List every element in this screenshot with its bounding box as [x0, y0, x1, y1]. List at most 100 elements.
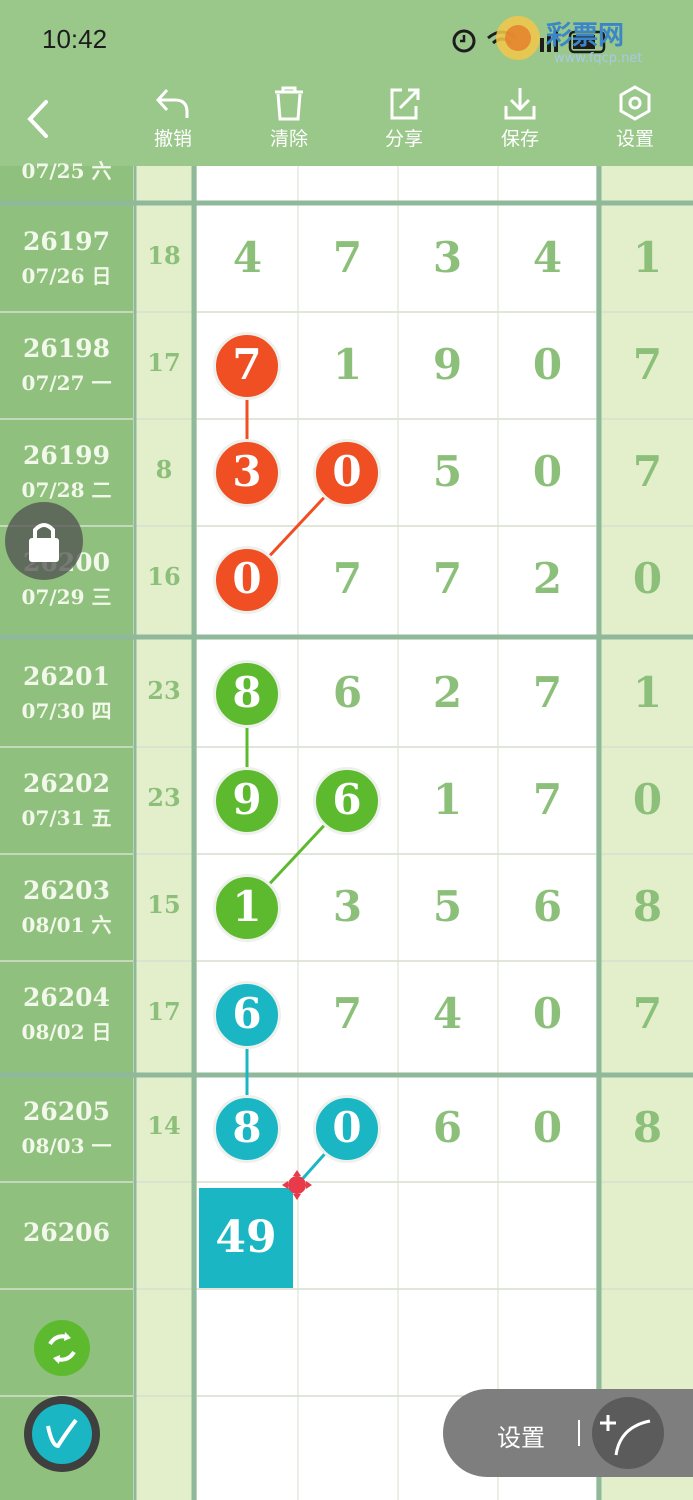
watermark-url: www.fqcp.net — [554, 51, 643, 66]
extra-cell: 0 — [632, 554, 663, 603]
marked-digit-ball[interactable]: 6 — [213, 981, 281, 1049]
sum-cell: 8 — [155, 455, 173, 484]
digit-cell[interactable]: 1 — [398, 775, 497, 824]
sum-cell: 23 — [147, 676, 181, 705]
issue-cell: 26198 07/27 一 — [0, 334, 133, 396]
crosshair-icon[interactable] — [282, 1170, 312, 1200]
digit-cell[interactable]: 0 — [498, 340, 597, 389]
digit-cell[interactable]: 7 — [498, 668, 597, 717]
issue-cell: 26204 08/02 日 — [0, 983, 133, 1045]
marked-digit-ball[interactable]: 0 — [213, 546, 281, 614]
issue-number: 26204 — [23, 983, 110, 1012]
status-time: 10:42 — [42, 24, 108, 54]
extra-cell: 8 — [632, 1103, 663, 1152]
trash-icon — [275, 86, 303, 121]
digit-cell[interactable]: 7 — [398, 554, 497, 603]
digit-cell[interactable]: 6 — [398, 1103, 497, 1152]
marked-digit-ball[interactable]: 8 — [213, 1095, 281, 1163]
digit-cell[interactable]: 7 — [298, 554, 397, 603]
share-button[interactable]: 分享 — [364, 84, 444, 160]
issue-cell: 26206 — [0, 1218, 133, 1247]
issue-cell: 26201 07/30 四 — [0, 662, 133, 724]
prediction-cell[interactable]: 49 — [199, 1188, 293, 1288]
gear-icon — [619, 85, 651, 121]
line-tool-button[interactable] — [592, 1397, 664, 1469]
digit-cell[interactable]: 0 — [498, 989, 597, 1038]
undo-label: 撤销 — [153, 128, 192, 150]
sum-cell: 14 — [147, 1111, 181, 1140]
digit-cell[interactable]: 7 — [298, 233, 397, 282]
digit-cell[interactable]: 4 — [398, 989, 497, 1038]
draw-mode-button[interactable] — [24, 1396, 100, 1472]
digit-cell[interactable]: 0 — [498, 1103, 597, 1152]
digit-cell[interactable]: 7 — [498, 775, 597, 824]
sum-cell: 17 — [147, 997, 181, 1026]
issue-number: 26206 — [23, 1218, 110, 1247]
undo-button[interactable]: 撤销 — [133, 84, 213, 160]
digit-cell[interactable]: 0 — [498, 447, 597, 496]
digit-cell[interactable]: 4 — [198, 233, 297, 282]
issue-number: 26201 — [23, 662, 110, 691]
issue-cell: 26205 08/03 一 — [0, 1097, 133, 1159]
digit-cell[interactable]: 5 — [398, 447, 497, 496]
settings-button[interactable]: 设置 — [595, 84, 675, 160]
extra-cell: 7 — [632, 340, 663, 389]
sum-cell: 17 — [147, 348, 181, 377]
sum-cell: 18 — [147, 241, 181, 270]
issue-cell: 26197 07/26 日 — [0, 227, 133, 289]
issue-date: 08/02 日 — [21, 1020, 112, 1044]
digit-cell[interactable]: 6 — [298, 668, 397, 717]
extra-cell: 1 — [632, 668, 663, 717]
marked-digit-ball[interactable]: 0 — [313, 439, 381, 507]
marked-digit-ball[interactable]: 6 — [313, 767, 381, 835]
digit-cell[interactable]: 9 — [398, 340, 497, 389]
bottom-settings-label[interactable]: 设置 — [497, 1418, 545, 1453]
extra-cell: 7 — [632, 447, 663, 496]
lock-button[interactable] — [5, 502, 83, 580]
digit-cell[interactable]: 2 — [398, 668, 497, 717]
pen-stroke-icon — [32, 1404, 92, 1464]
save-button[interactable]: 保存 — [480, 84, 560, 160]
marked-digit-ball[interactable]: 1 — [213, 874, 281, 942]
sum-cell: 15 — [147, 890, 181, 919]
watermark-logo: 彩票网 www.fqcp.net — [490, 10, 690, 66]
issue-cell: 26202 07/31 五 — [0, 769, 133, 831]
issue-date: 07/30 四 — [21, 699, 112, 723]
digit-cell[interactable]: 7 — [298, 989, 397, 1038]
clear-button[interactable]: 清除 — [249, 84, 329, 160]
clear-label: 清除 — [269, 128, 308, 150]
extra-cell: 7 — [632, 989, 663, 1038]
issue-date: 07/28 二 — [21, 478, 112, 502]
download-icon — [504, 88, 536, 120]
digit-cell[interactable]: 5 — [398, 882, 497, 931]
digit-cell[interactable]: 1 — [298, 340, 397, 389]
digit-cell[interactable]: 2 — [498, 554, 597, 603]
watermark-text: 彩票网 — [545, 21, 624, 51]
extra-cell: 0 — [632, 775, 663, 824]
digit-cell[interactable]: 4 — [498, 233, 597, 282]
marked-digit-ball[interactable]: 9 — [213, 767, 281, 835]
issue-date: 07/29 三 — [21, 585, 112, 609]
issue-number: 26197 — [23, 227, 110, 256]
marked-digit-ball[interactable]: 0 — [313, 1095, 381, 1163]
issue-date: 08/03 一 — [21, 1134, 112, 1158]
extra-cell: 1 — [632, 233, 663, 282]
issue-number: 26199 — [23, 441, 110, 470]
share-icon — [390, 88, 420, 120]
marked-digit-ball[interactable]: 8 — [213, 660, 281, 728]
issue-number: 26205 — [23, 1097, 110, 1126]
marked-digit-ball[interactable]: 7 — [213, 332, 281, 400]
digit-cell[interactable]: 6 — [498, 882, 597, 931]
issue-number: 26202 — [23, 769, 110, 798]
digit-cell[interactable]: 3 — [298, 882, 397, 931]
digit-cell[interactable]: 3 — [398, 233, 497, 282]
sum-cell: 16 — [147, 562, 181, 591]
issue-date: 07/26 日 — [21, 264, 112, 288]
sum-cell: 23 — [147, 783, 181, 812]
refresh-button[interactable] — [34, 1320, 90, 1376]
issue-cell: 26203 08/01 六 — [0, 876, 133, 938]
chevron-left-icon — [27, 100, 48, 138]
extra-cell: 8 — [632, 882, 663, 931]
undo-icon — [155, 88, 189, 118]
marked-digit-ball[interactable]: 3 — [213, 439, 281, 507]
